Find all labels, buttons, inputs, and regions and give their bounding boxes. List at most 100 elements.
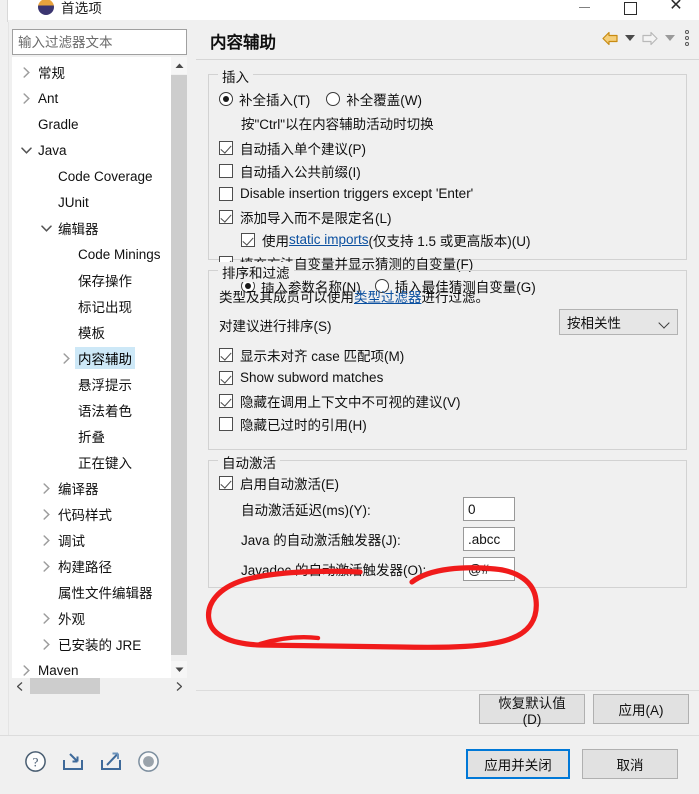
sidebar-item[interactable]: 外观 — [12, 605, 171, 631]
sidebar-item[interactable]: Maven — [12, 657, 171, 678]
chevron-right-icon[interactable] — [38, 638, 55, 650]
checkbox-insert-3[interactable] — [219, 209, 233, 224]
type-filter-hint-prefix: 类型及其成员可以使用 — [219, 289, 354, 305]
sidebar-item-label: 正在键入 — [78, 456, 132, 471]
checkbox-sort-1[interactable] — [219, 370, 233, 385]
help-icon[interactable]: ? — [24, 750, 47, 776]
auto-activation-field-input[interactable] — [463, 557, 515, 581]
auto-activation-field-input[interactable] — [463, 527, 515, 551]
sidebar-item[interactable]: Gradle — [12, 111, 171, 137]
sidebar-item[interactable]: 构建路径 — [12, 553, 171, 579]
chevron-right-icon[interactable] — [38, 612, 55, 624]
sidebar-item[interactable]: 正在键入 — [12, 449, 171, 475]
chevron-right-icon[interactable] — [38, 534, 55, 546]
export-icon[interactable] — [99, 750, 123, 776]
title-bar: 首选项 ✕ — [0, 0, 699, 20]
sidebar-item[interactable]: Code Minings — [12, 241, 171, 267]
sidebar-item-label: 属性文件编辑器 — [58, 586, 153, 601]
view-menu-icon[interactable] — [685, 30, 689, 46]
apply-button[interactable]: 应用(A) — [593, 694, 689, 724]
sidebar-item[interactable]: Ant — [12, 85, 171, 111]
sidebar-item[interactable]: JUnit — [12, 189, 171, 215]
chevron-down-icon[interactable] — [38, 224, 55, 232]
sidebar-item-label: 代码样式 — [58, 508, 112, 523]
sidebar-item-label: Code Coverage — [58, 168, 153, 184]
sidebar-item[interactable]: 已安装的 JRE — [12, 631, 171, 657]
static-imports-link[interactable]: static imports — [289, 232, 369, 247]
sidebar-item[interactable]: 编译器 — [12, 475, 171, 501]
sidebar-item[interactable]: 代码样式 — [12, 501, 171, 527]
back-dropdown-icon[interactable] — [625, 35, 635, 41]
window-left-edge — [0, 0, 8, 22]
checkbox-sort-2[interactable] — [219, 393, 233, 408]
scroll-down-icon[interactable] — [171, 661, 187, 678]
sidebar-item[interactable]: 属性文件编辑器 — [12, 579, 171, 605]
chevron-right-icon[interactable] — [58, 352, 75, 364]
tree-hscroll-thumb[interactable] — [30, 678, 100, 694]
radio-completion-overwrites[interactable] — [326, 91, 341, 106]
static-imports-row: 使用 static imports (仅支持 1.5 或更高版本)(U) — [241, 228, 686, 251]
search-input[interactable] — [12, 29, 187, 55]
sidebar-item[interactable]: 编辑器 — [12, 215, 171, 241]
back-icon[interactable] — [601, 31, 619, 46]
sidebar-item[interactable]: 保存操作 — [12, 267, 171, 293]
forward-icon[interactable] — [641, 31, 659, 46]
sidebar-item[interactable]: 模板 — [12, 319, 171, 345]
checkbox-insert-1[interactable] — [219, 163, 233, 178]
sidebar-item[interactable]: Java — [12, 137, 171, 163]
sidebar-item[interactable]: 语法着色 — [12, 397, 171, 423]
chevron-right-icon[interactable] — [38, 560, 55, 572]
chevron-right-icon[interactable] — [18, 66, 35, 78]
checkbox-insert-2[interactable] — [219, 186, 233, 201]
preferences-tree[interactable]: 常规 Ant Gradle Java Code Coverage JUnit 编辑器 Code… — [12, 57, 187, 678]
chevron-right-icon[interactable] — [18, 664, 35, 676]
checkbox-insert-label: 自动插入单个建议(P) — [240, 141, 366, 157]
checkbox-insert-0[interactable] — [219, 140, 233, 155]
type-filters-link[interactable]: 类型过滤器 — [354, 286, 422, 306]
radio-completion-inserts[interactable] — [219, 91, 233, 106]
auto-activation-field-label: Javadoc 的自动激活触发器(O): — [241, 563, 427, 578]
scroll-up-icon[interactable] — [171, 57, 187, 74]
restore-defaults-button[interactable]: 恢复默认值(D) — [479, 694, 585, 727]
tree-list: 常规 Ant Gradle Java Code Coverage JUnit 编辑器 Code… — [12, 57, 171, 678]
sidebar-item[interactable]: 悬浮提示 — [12, 371, 171, 397]
cancel-button[interactable]: 取消 — [582, 749, 678, 779]
insert-mode-hint-row: 按"Ctrl"以在内容辅助活动时切换 — [241, 110, 686, 136]
tree-scroll-thumb[interactable] — [171, 75, 187, 655]
sidebar-item[interactable]: 标记出现 — [12, 293, 171, 319]
forward-dropdown-icon[interactable] — [665, 35, 675, 41]
sidebar-item-label: 编译器 — [58, 482, 99, 497]
checkbox-sort-0[interactable] — [219, 347, 233, 362]
auto-activation-field-label: Java 的自动激活触发器(J): — [241, 533, 401, 548]
scroll-right-icon[interactable] — [171, 678, 187, 694]
checkbox-sort-row: 显示未对齐 case 匹配项(M) — [219, 343, 686, 366]
maximize-button[interactable] — [607, 0, 653, 20]
sidebar-item[interactable]: 内容辅助 — [12, 345, 171, 371]
scroll-left-icon[interactable] — [12, 678, 28, 694]
checkbox-use-static-imports[interactable] — [241, 232, 255, 247]
sidebar-item[interactable]: 调试 — [12, 527, 171, 553]
tree-horizontal-scrollbar[interactable] — [12, 678, 187, 694]
close-icon[interactable]: ✕ — [653, 0, 699, 20]
sidebar-item[interactable]: 折叠 — [12, 423, 171, 449]
chevron-right-icon[interactable] — [18, 92, 35, 104]
chevron-right-icon[interactable] — [38, 508, 55, 520]
sidebar-item[interactable]: 常规 — [12, 59, 171, 85]
chevron-down-icon[interactable] — [18, 146, 35, 154]
minimize-button[interactable] — [561, 0, 607, 20]
import-icon[interactable] — [61, 750, 85, 776]
checkbox-enable-auto-activation[interactable] — [219, 475, 233, 490]
chevron-right-icon[interactable] — [38, 482, 55, 494]
apply-and-close-button[interactable]: 应用并关闭 — [466, 749, 570, 779]
record-icon[interactable] — [137, 750, 160, 776]
sort-proposals-value: 按相关性 — [567, 316, 621, 331]
sidebar-item[interactable]: Code Coverage — [12, 163, 171, 189]
auto-activation-field-input[interactable] — [463, 497, 515, 521]
checkbox-sort-3[interactable] — [219, 416, 233, 431]
sort-proposals-select[interactable]: 按相关性 — [559, 309, 678, 335]
checkbox-sort-label: 隐藏在调用上下文中不可视的建议(V) — [240, 394, 461, 410]
radio-completion-overwrites-label: 补全覆盖(W) — [346, 92, 422, 108]
tree-vertical-scrollbar[interactable] — [171, 57, 187, 678]
window-title: 首选项 — [61, 1, 103, 16]
insert-mode-radio-row: 补全插入(T) 补全覆盖(W) — [219, 87, 686, 110]
